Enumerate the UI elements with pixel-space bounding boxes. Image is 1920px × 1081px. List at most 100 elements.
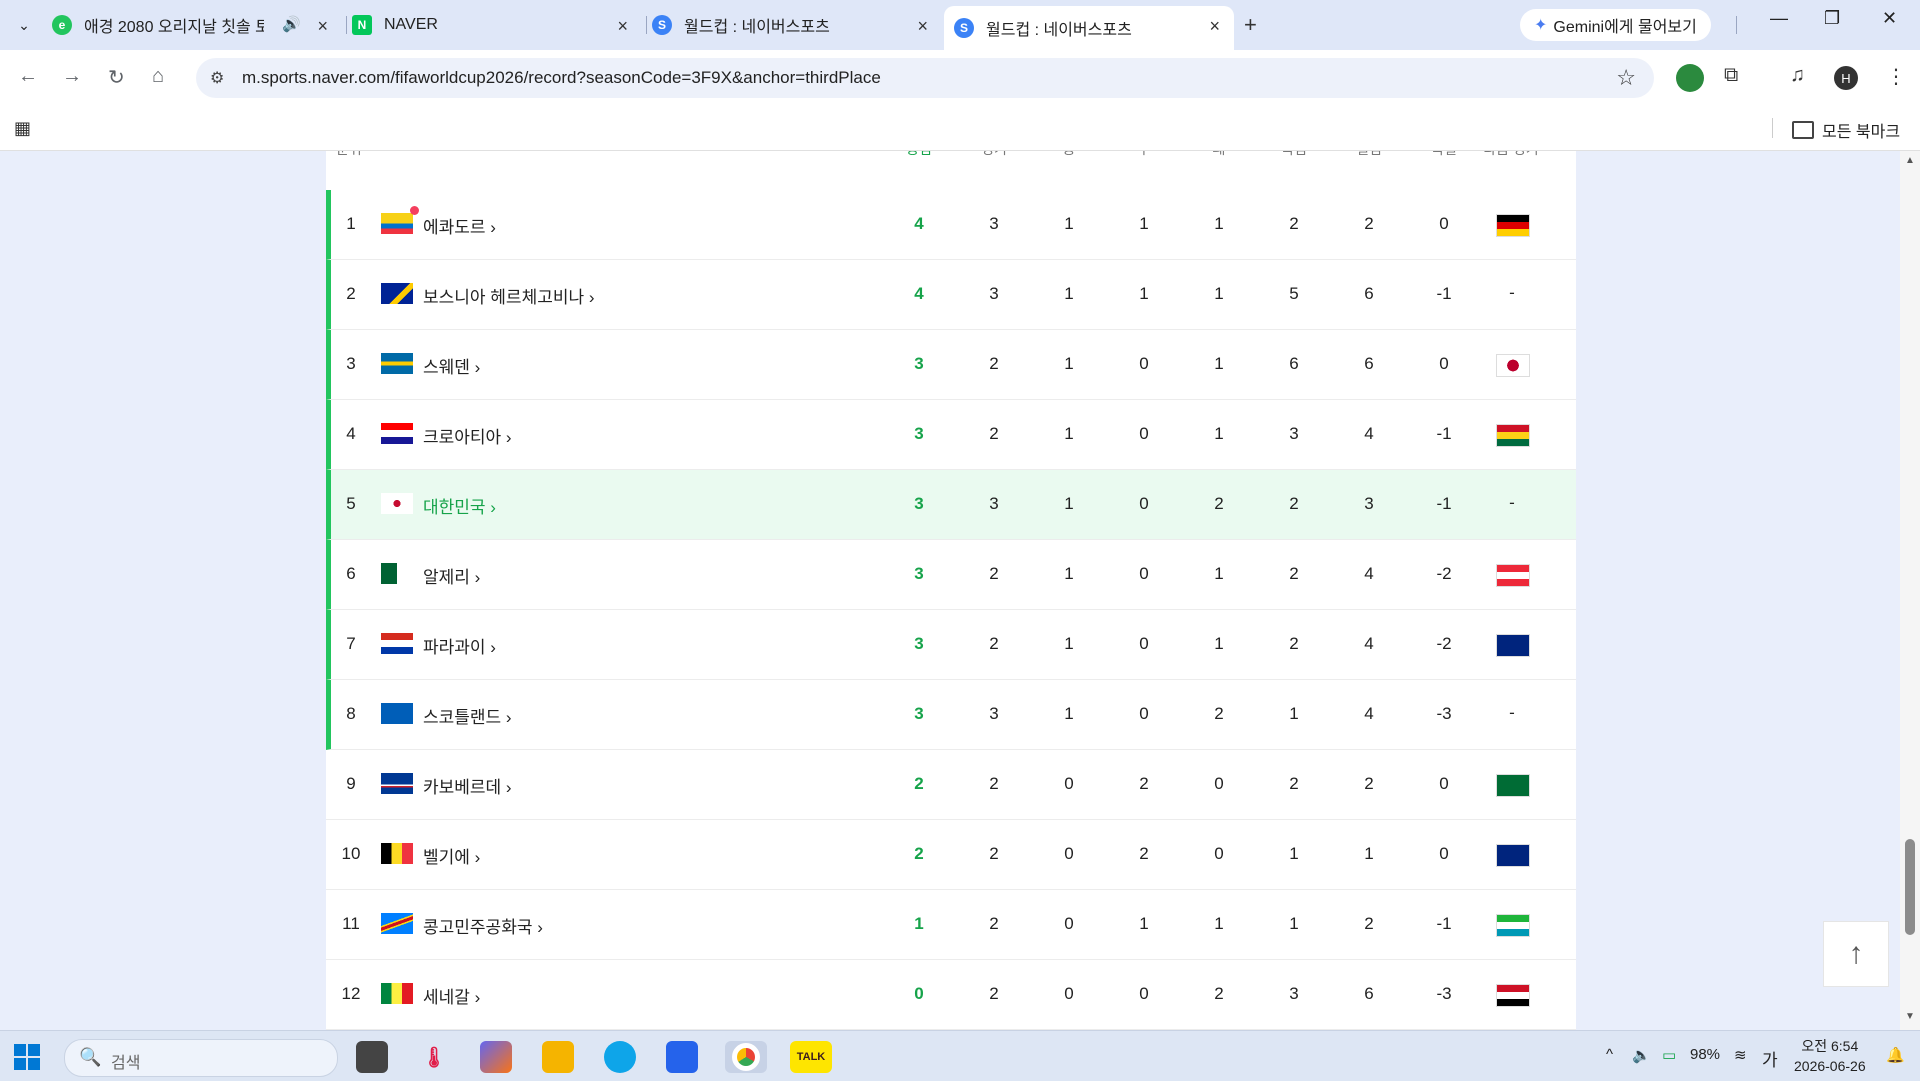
table-row[interactable]: 7 파라과이 › 3 2 1 0 1 2 4 -2 <box>326 610 1576 680</box>
gemini-button[interactable]: ✦ Gemini에게 물어보기 <box>1520 9 1711 41</box>
address-bar[interactable]: ⚙ m.sports.naver.com/fifaworldcup2026/re… <box>196 58 1654 98</box>
clock-date: 2026-06-26 <box>1794 1058 1866 1074</box>
flag-germany-icon[interactable] <box>1496 214 1530 237</box>
close-window-icon[interactable]: ✕ <box>1882 8 1897 29</box>
flag-iraq-icon[interactable] <box>1496 984 1530 1007</box>
table-row[interactable]: 5 대한민국 › 3 3 1 0 2 2 3 -1 - <box>326 470 1576 540</box>
scroll-up-icon[interactable]: ▲ <box>1905 155 1915 166</box>
team-name-link[interactable]: 카보베르데 › <box>423 773 512 798</box>
volume-icon[interactable]: 🔈 <box>1632 1046 1651 1064</box>
next-match-none: - <box>1509 703 1515 722</box>
flag-uzbekistan-icon[interactable] <box>1496 914 1530 937</box>
copilot-icon[interactable] <box>480 1041 512 1073</box>
tab-3[interactable]: S 월드컵 : 네이버스포츠 × <box>652 6 942 44</box>
flag-austria-icon[interactable] <box>1496 564 1530 587</box>
team-name-link[interactable]: 콩고민주공화국 › <box>423 913 543 938</box>
tray-chevron-icon[interactable]: ^ <box>1606 1046 1613 1063</box>
tab-close-icon[interactable]: × <box>617 16 628 37</box>
weather-thermometer-icon[interactable]: 🌡 <box>418 1041 450 1073</box>
tab-favicon-icon: N <box>352 15 372 35</box>
team-name-link[interactable]: 보스니아 헤르체고비나 › <box>423 283 595 308</box>
store-icon[interactable] <box>666 1041 698 1073</box>
extensions-puzzle-icon[interactable]: ⧉ <box>1724 64 1738 87</box>
cell-ga: 6 <box>1364 984 1374 1003</box>
table-row[interactable]: 9 카보베르데 › 2 2 0 2 0 2 2 0 <box>326 750 1576 820</box>
tab-1[interactable]: e 애경 2080 오리지날 칫솔 토 🔊 × <box>52 6 342 44</box>
all-bookmarks-button[interactable]: 모든 북마크 <box>1792 118 1900 142</box>
tab-close-icon[interactable]: × <box>917 16 928 37</box>
windows-start-icon[interactable] <box>14 1044 40 1070</box>
notification-bell-icon[interactable]: 🔔 <box>1886 1046 1905 1064</box>
table-row[interactable]: 8 스코틀랜드 › 3 3 1 0 2 1 4 -3 - <box>326 680 1576 750</box>
tab-close-icon[interactable]: × <box>317 16 328 37</box>
table-row[interactable]: 3 스웨덴 › 3 2 1 0 1 6 6 0 <box>326 330 1576 400</box>
chrome-taskbar-button[interactable] <box>725 1041 767 1073</box>
taskbar-search[interactable]: 🔍 검색 <box>64 1039 338 1077</box>
scrollbar-thumb[interactable] <box>1905 839 1915 935</box>
team-name-link[interactable]: 파라과이 › <box>423 633 496 658</box>
url-text[interactable]: m.sports.naver.com/fifaworldcup2026/reco… <box>242 68 881 88</box>
table-row[interactable]: 4 크로아티아 › 3 2 1 0 1 3 4 -1 <box>326 400 1576 470</box>
reload-icon[interactable]: ↻ <box>108 65 125 90</box>
flag-japan-icon[interactable] <box>1496 354 1530 377</box>
team-name-link[interactable]: 크로아티아 › <box>423 423 512 448</box>
flag-ghana-icon[interactable] <box>1496 424 1530 447</box>
back-arrow-icon[interactable]: ← <box>18 65 38 88</box>
table-row[interactable]: 11 콩고민주공화국 › 1 2 0 1 1 1 2 -1 <box>326 890 1576 960</box>
apps-grid-icon[interactable]: ▦ <box>14 118 31 139</box>
tab-close-icon[interactable]: × <box>1209 16 1220 37</box>
flag-saudi-arabia-icon[interactable] <box>1496 774 1530 797</box>
table-row[interactable]: 6 알제리 › 3 2 1 0 1 2 4 -2 <box>326 540 1576 610</box>
minimize-icon[interactable]: — <box>1770 8 1788 29</box>
page-scrollbar[interactable]: ▲ ▼ <box>1900 151 1920 1030</box>
home-icon[interactable]: ⌂ <box>152 65 164 88</box>
profile-avatar[interactable]: H <box>1834 66 1858 90</box>
battery-icon[interactable]: ▭ <box>1662 1046 1676 1064</box>
file-explorer-icon[interactable] <box>542 1041 574 1073</box>
team-name-link[interactable]: 스웨덴 › <box>423 353 480 378</box>
chrome-icon <box>732 1043 760 1071</box>
kakaotalk-icon[interactable]: TALK <box>790 1041 832 1073</box>
task-view-icon[interactable] <box>356 1041 388 1073</box>
team-name-link[interactable]: 세네갈 › <box>423 983 480 1008</box>
table-row[interactable]: 12 세네갈 › 0 2 0 0 2 3 6 -3 <box>326 960 1576 1030</box>
clock[interactable]: 오전 6:54 2026-06-26 <box>1794 1036 1866 1076</box>
forward-arrow-icon[interactable]: → <box>62 65 82 88</box>
cell-gd: -2 <box>1436 634 1452 653</box>
scroll-down-icon[interactable]: ▼ <box>1905 1011 1915 1022</box>
scroll-to-top-button[interactable]: ↑ <box>1823 921 1889 987</box>
flag-new-zealand-icon[interactable] <box>1496 844 1530 867</box>
extension-globe-icon[interactable] <box>1676 64 1704 92</box>
team-name-link[interactable]: 스코틀랜드 › <box>423 703 512 728</box>
header-points[interactable]: 승점 <box>884 151 954 159</box>
edge-browser-icon[interactable] <box>604 1041 636 1073</box>
cell-w: 1 <box>1064 564 1074 583</box>
new-tab-plus-icon[interactable]: + <box>1244 12 1257 38</box>
tab-4-active[interactable]: S 월드컵 : 네이버스포츠 × <box>944 6 1234 50</box>
cell-l: 2 <box>1214 984 1224 1003</box>
folder-icon <box>1792 121 1814 139</box>
restore-icon[interactable]: ❐ <box>1824 8 1840 29</box>
team-name-link[interactable]: 알제리 › <box>423 563 480 588</box>
speaker-icon[interactable]: 🔊 <box>282 15 301 33</box>
ime-indicator[interactable]: 가 <box>1762 1046 1778 1071</box>
wifi-icon[interactable]: ≋ <box>1734 1046 1747 1064</box>
cell-w: 1 <box>1064 704 1074 723</box>
cell-ga: 2 <box>1364 774 1374 793</box>
more-menu-icon[interactable]: ⋮ <box>1886 64 1906 89</box>
team-name-link[interactable]: 벨기에 › <box>423 843 480 868</box>
table-row[interactable]: 1 에콰도르 › 4 3 1 1 1 2 2 0 <box>326 190 1576 260</box>
gemini-sparkle-icon: ✦ <box>1534 17 1548 34</box>
team-name-link[interactable]: 에콰도르 › <box>423 213 496 238</box>
table-body: 1 에콰도르 › 4 3 1 1 1 2 2 0 2 보스니아 헤르체고비나 › 4 3 1 1 1 5 6 -1-3… <box>326 190 1576 1030</box>
bookmark-star-icon[interactable]: ☆ <box>1616 65 1636 91</box>
tab-2[interactable]: N NAVER × <box>352 6 642 44</box>
site-info-icon[interactable]: ⚙ <box>210 68 224 88</box>
tab-search-chevron-icon[interactable]: ⌄ <box>10 11 38 39</box>
table-row[interactable]: 2 보스니아 헤르체고비나 › 4 3 1 1 1 5 6 -1 - <box>326 260 1576 330</box>
header-losses: 패 <box>1184 151 1254 159</box>
team-name-link[interactable]: 대한민국 › <box>423 493 496 518</box>
table-row[interactable]: 10 벨기에 › 2 2 0 2 0 1 1 0 <box>326 820 1576 890</box>
media-control-icon[interactable]: ♫ <box>1790 64 1805 87</box>
flag-australia-icon[interactable] <box>1496 634 1530 657</box>
